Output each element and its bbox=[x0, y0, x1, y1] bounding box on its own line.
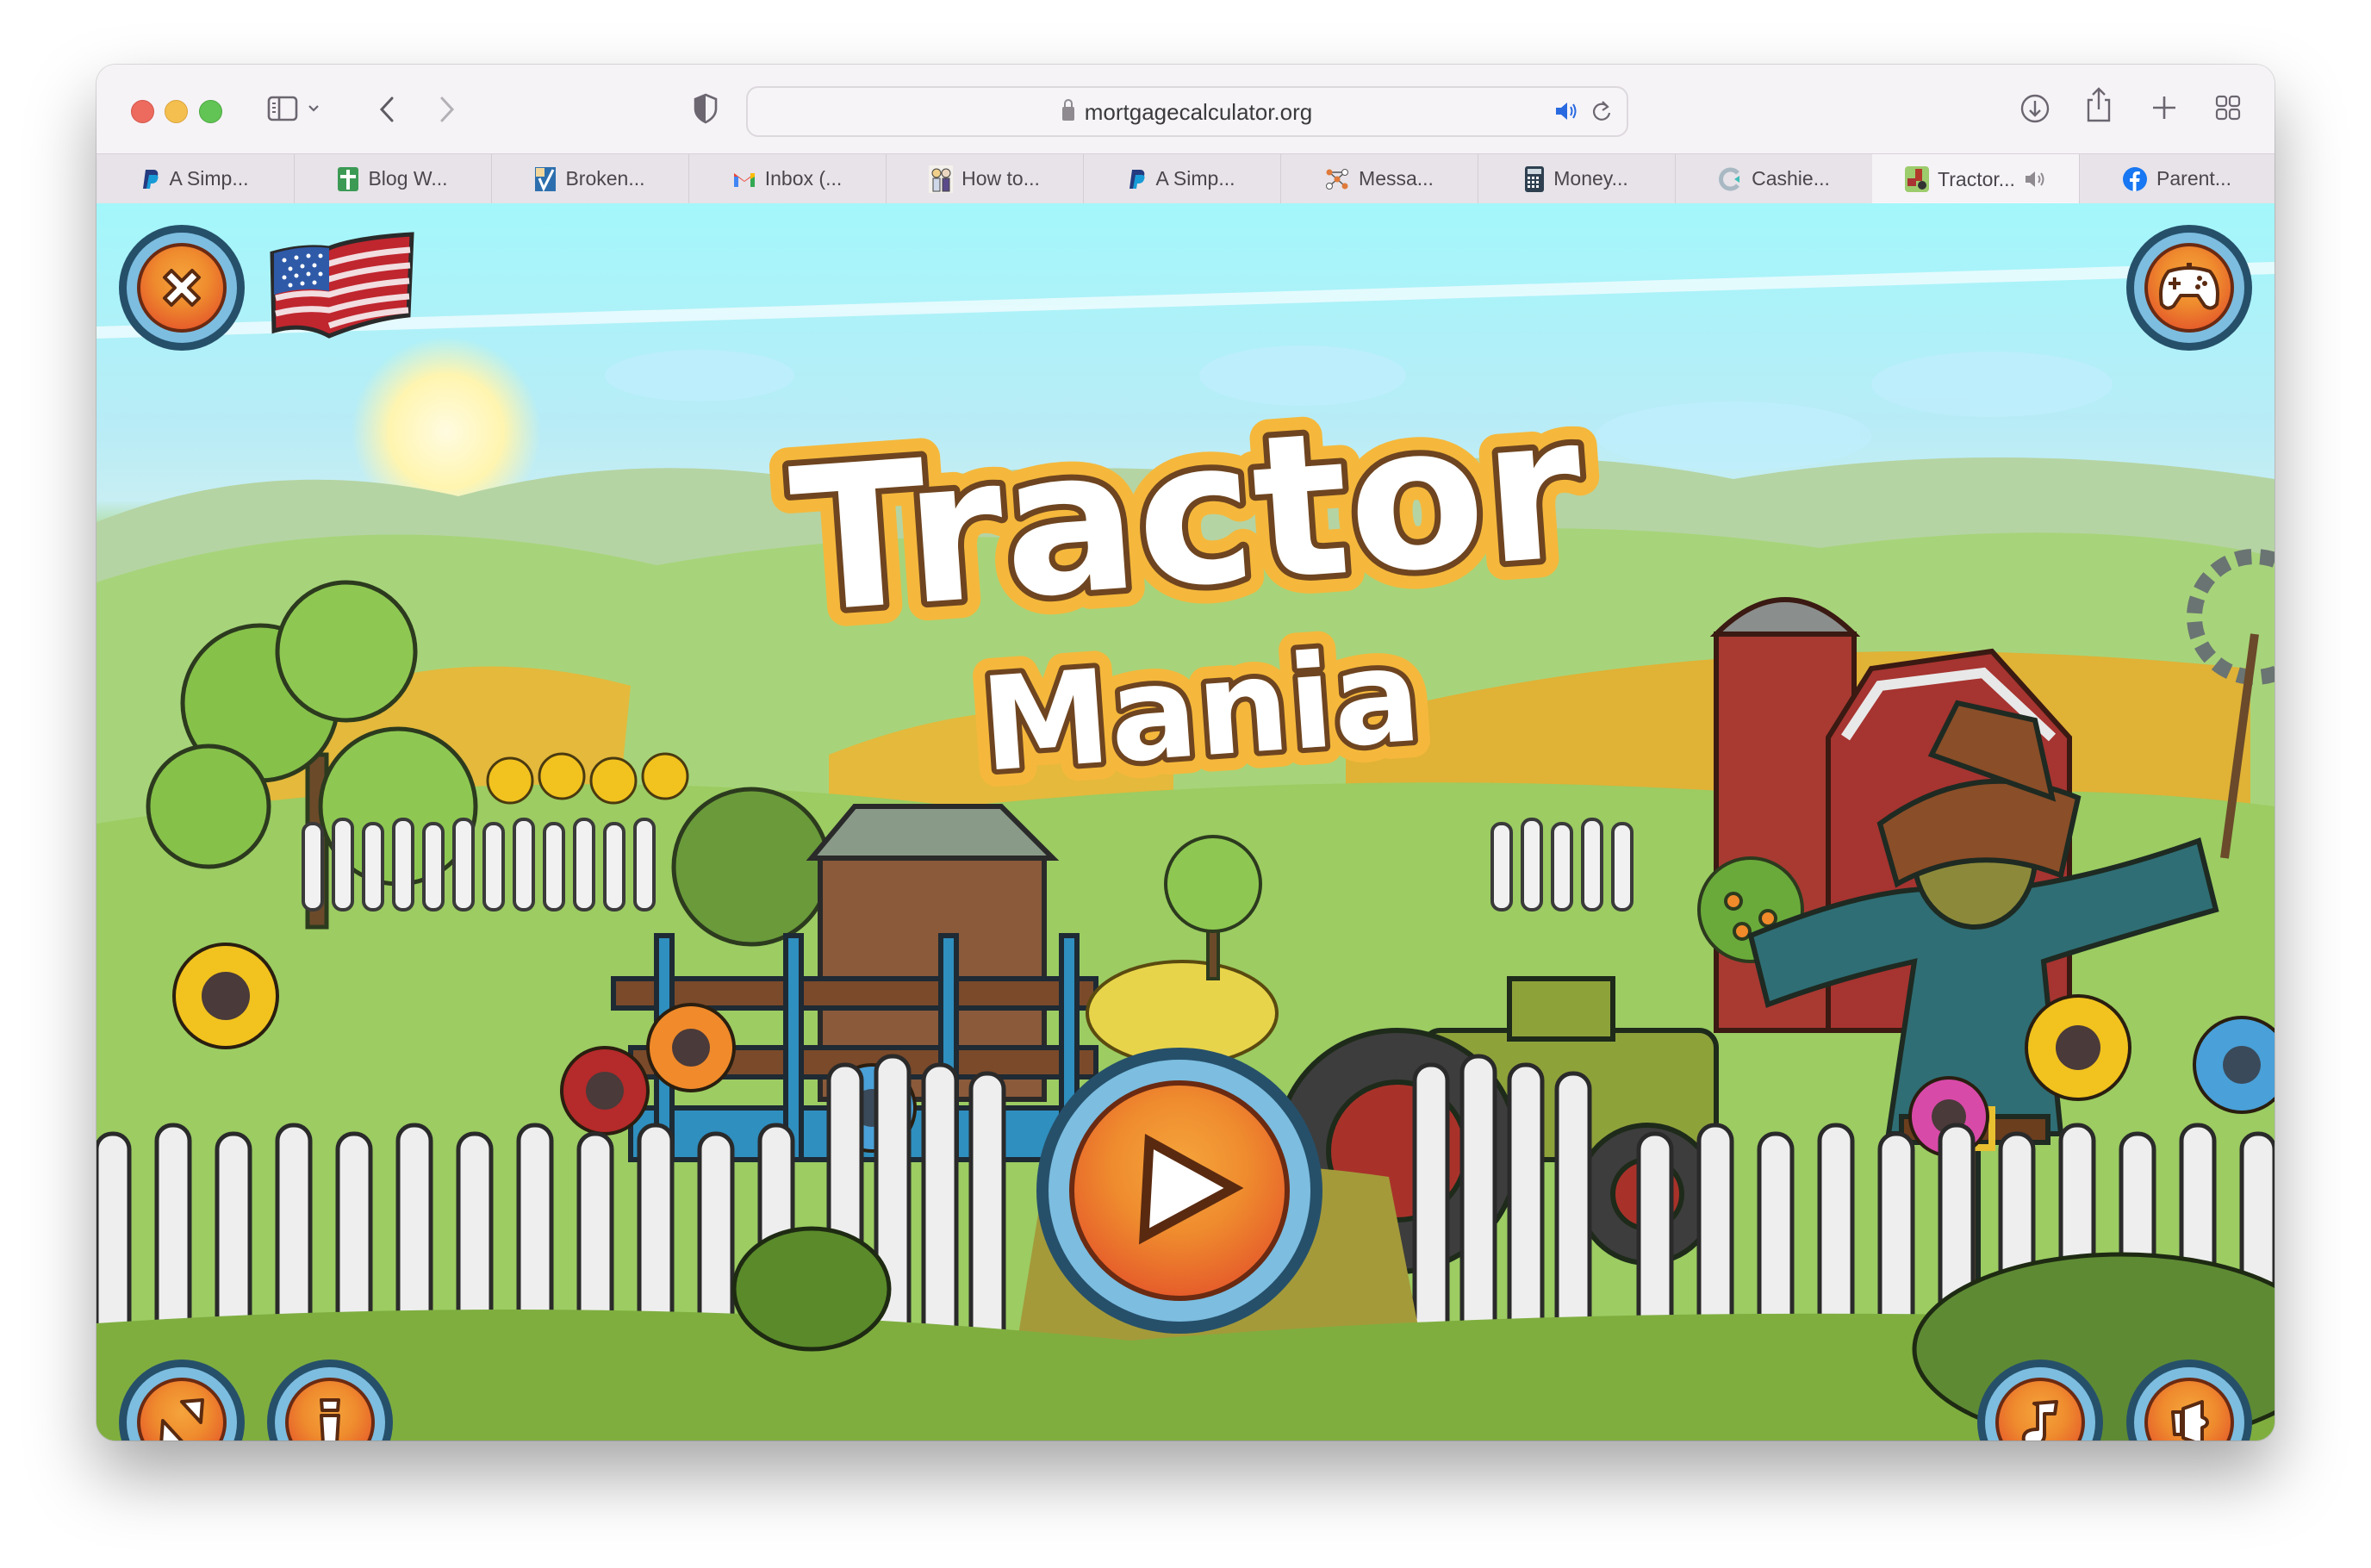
network-icon bbox=[1326, 168, 1349, 190]
gamepad-icon bbox=[2159, 263, 2219, 310]
mute-tab-button[interactable] bbox=[1554, 100, 1578, 127]
back-icon bbox=[379, 96, 394, 122]
share-icon bbox=[2087, 87, 2111, 122]
tab[interactable]: Blog W... bbox=[294, 154, 492, 203]
shield-icon bbox=[694, 93, 718, 124]
cashier-c-icon bbox=[1719, 167, 1740, 190]
tab-audio-icon[interactable] bbox=[2024, 169, 2046, 190]
sidebar-icon bbox=[267, 96, 298, 121]
reload-button[interactable] bbox=[1590, 98, 1613, 128]
green-cross-icon bbox=[338, 166, 359, 191]
new-tab-button[interactable] bbox=[2150, 94, 2178, 126]
gmail-icon bbox=[733, 172, 755, 187]
info-icon bbox=[320, 1398, 340, 1440]
downloads-button[interactable] bbox=[2019, 93, 2051, 128]
speaker-icon bbox=[2171, 1400, 2209, 1440]
tab[interactable]: Money... bbox=[1478, 154, 1676, 203]
privacy-report-button[interactable] bbox=[694, 93, 718, 128]
address-bar[interactable]: mortgagecalculator.org bbox=[746, 86, 1628, 137]
forward-button[interactable] bbox=[438, 96, 457, 128]
facebook-icon bbox=[2123, 166, 2148, 191]
close-icon bbox=[163, 269, 201, 307]
clouds bbox=[605, 345, 2113, 470]
forward-icon bbox=[440, 96, 455, 122]
tractor-game-icon bbox=[1905, 166, 1930, 192]
checkmark-logo-icon bbox=[535, 166, 557, 192]
tab-overview-button[interactable] bbox=[2214, 94, 2242, 126]
tab[interactable]: A Simp... bbox=[1083, 154, 1281, 203]
close-window-button[interactable] bbox=[131, 100, 154, 123]
tab[interactable]: How to... bbox=[886, 154, 1084, 203]
new-tab-icon bbox=[2153, 96, 2175, 119]
play-button[interactable] bbox=[1036, 1048, 1322, 1334]
tab[interactable]: Inbox (... bbox=[688, 154, 887, 203]
bush-front-left bbox=[731, 1226, 892, 1352]
browser-toolbar: mortgagecalculator.org bbox=[96, 65, 2275, 153]
calculator-icon bbox=[1525, 165, 1545, 192]
tab-active[interactable]: Tractor... bbox=[1872, 154, 2080, 204]
sidebar-toggle-button[interactable] bbox=[267, 96, 298, 126]
tab-overview-icon bbox=[2215, 95, 2241, 121]
browser-window: mortgagecalculator.org A Simp... Blog W.… bbox=[96, 65, 2275, 1440]
tab[interactable]: Broken... bbox=[491, 154, 689, 203]
sky-streak bbox=[96, 262, 2275, 339]
back-button[interactable] bbox=[377, 96, 396, 128]
download-icon bbox=[2020, 94, 2050, 123]
audio-playing-icon bbox=[1556, 103, 1577, 120]
language-button[interactable] bbox=[269, 229, 415, 341]
fullscreen-icon bbox=[159, 1398, 204, 1440]
play-icon bbox=[1138, 1133, 1244, 1245]
reload-icon bbox=[1592, 101, 1611, 121]
url-text: mortgagecalculator.org bbox=[1084, 99, 1313, 125]
cartoon-couple-icon bbox=[929, 165, 954, 193]
paypal-icon bbox=[143, 169, 159, 189]
music-note-icon bbox=[2021, 1400, 2058, 1440]
tab-bar: A Simp... Blog W... Broken... Inbox (...… bbox=[96, 153, 2275, 204]
tab[interactable]: A Simp... bbox=[96, 154, 295, 203]
chevron-down-icon bbox=[308, 105, 319, 112]
game-canvas[interactable]: Tractor Mania Tractor Tractor Mania Mani… bbox=[96, 203, 2275, 1440]
tab[interactable]: Parent... bbox=[2079, 154, 2275, 203]
tab[interactable]: Cashie... bbox=[1675, 154, 1873, 203]
sidebar-menu-button[interactable] bbox=[307, 103, 320, 118]
share-button[interactable] bbox=[2085, 86, 2113, 128]
tab[interactable]: Messa... bbox=[1280, 154, 1478, 203]
close-game-button[interactable] bbox=[119, 225, 245, 351]
us-flag-icon bbox=[270, 232, 414, 339]
zoom-window-button[interactable] bbox=[199, 100, 222, 123]
lock-icon bbox=[1061, 99, 1074, 121]
minimize-window-button[interactable] bbox=[165, 100, 188, 123]
bush bbox=[671, 787, 831, 947]
paypal-icon bbox=[1129, 169, 1146, 189]
more-games-button[interactable] bbox=[2126, 225, 2252, 351]
